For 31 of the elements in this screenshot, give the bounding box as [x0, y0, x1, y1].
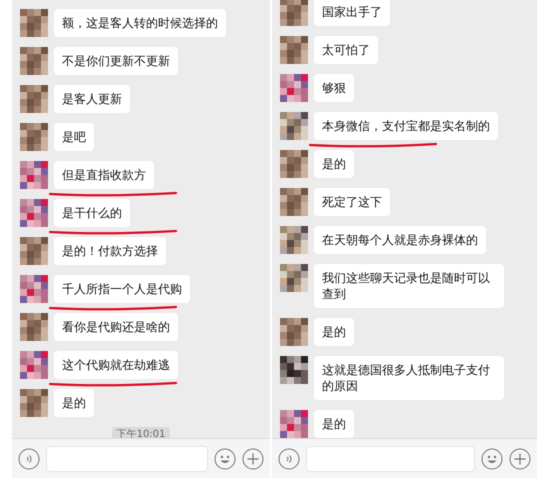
message-bubble: 这个代购就在劫难逃 — [54, 351, 178, 379]
message-bubble: 不是你们更新不更新 — [54, 47, 178, 75]
message-bubble: 是的 — [314, 410, 354, 438]
message-bubble: 够狠 — [314, 74, 354, 102]
plus-icon[interactable] — [509, 448, 531, 470]
message-bubble: 是的 — [314, 318, 354, 346]
timestamp: 下午10:01 — [112, 427, 170, 438]
message-bubble: 我们这些聊天记录也是随时可以查到 — [314, 264, 504, 308]
message-bubble: 是客人更新 — [54, 85, 130, 113]
message-input-field[interactable] — [306, 446, 475, 472]
message-bubble: 是干什么的 — [54, 199, 130, 227]
plus-icon[interactable] — [242, 448, 264, 470]
voice-icon[interactable] — [278, 448, 300, 470]
message-bubble: 在天朝每个人就是赤身裸体的 — [314, 226, 486, 254]
message-bubble: 死定了这下 — [314, 188, 390, 216]
message-bubble: 额，这是客人转的时候选择的 — [54, 9, 226, 37]
voice-icon[interactable] — [18, 448, 40, 470]
emoji-icon[interactable] — [481, 448, 503, 470]
message-bubble: 但是直指收款方 — [54, 161, 154, 189]
message-bubble: 这就是德国很多人抵制电子支付的原因 — [314, 356, 504, 400]
message-bubble: 是的 — [314, 150, 354, 178]
message-bubble: 太可怕了 — [314, 36, 378, 64]
message-bubble: 是吧 — [54, 123, 94, 151]
message-bubble: 国家出手了 — [314, 0, 390, 26]
message-bubble: 是的 — [54, 389, 94, 417]
message-bubble: 看你是代购还是啥的 — [54, 313, 178, 341]
message-bubble: 本身微信，支付宝都是实名制的 — [314, 112, 498, 140]
message-bubble: 是的！付款方选择 — [54, 237, 166, 265]
message-input-field[interactable] — [46, 446, 208, 472]
emoji-icon[interactable] — [214, 448, 236, 470]
message-bubble: 千人所指一个人是代购 — [54, 275, 190, 303]
